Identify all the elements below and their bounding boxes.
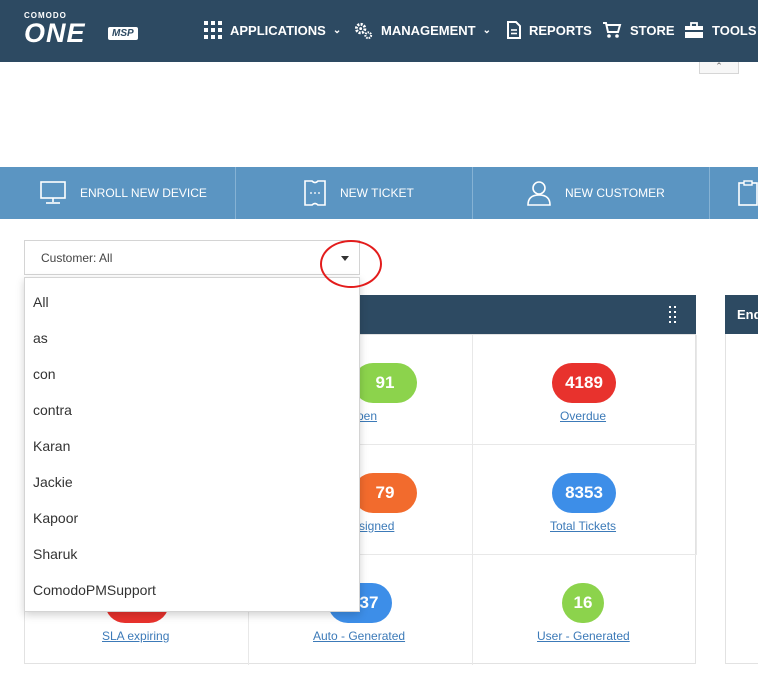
dropdown-option[interactable]: All — [33, 294, 49, 310]
endpoint-widget-header: End — [725, 295, 758, 334]
chevron-down-icon: ⌄ — [482, 24, 491, 36]
chevron-down-icon: ⌄ — [332, 24, 342, 36]
nav-reports-label: REPORTS — [529, 22, 592, 38]
total-tickets-link[interactable]: Total Tickets — [550, 519, 616, 533]
monitor-icon — [40, 181, 66, 204]
metric-badge: 4189 — [552, 363, 616, 403]
highlight-annotation-circle — [320, 240, 382, 288]
customer-dropdown-list: All as con contra Karan Jackie Kapoor Sh… — [24, 277, 360, 612]
user-icon — [527, 181, 551, 206]
metric-badge: 16 — [562, 583, 604, 623]
auto-generated-link[interactable]: Auto - Generated — [313, 629, 405, 643]
dropdown-option[interactable]: Jackie — [33, 474, 73, 490]
shopping-cart-icon — [603, 22, 622, 38]
divider — [235, 167, 236, 219]
comodo-one-logo[interactable]: COMODO ONE MSP — [24, 10, 144, 50]
enroll-new-device-label: ENROLL NEW DEVICE — [80, 186, 207, 200]
toolbox-icon — [685, 21, 703, 38]
assigned-tickets-link[interactable]: signed — [359, 519, 394, 533]
nav-store-label: STORE — [630, 22, 675, 38]
grid-icon — [204, 21, 222, 39]
nav-management-label: MANAGEMENT — [381, 22, 476, 38]
metric-cell-overdue: 4189 Overdue — [473, 335, 697, 445]
metric-badge: 8353 — [552, 473, 616, 513]
document-icon — [507, 21, 521, 39]
dropdown-option[interactable]: con — [33, 366, 56, 382]
logo-badge: MSP — [108, 27, 138, 40]
metric-cell-user: 16 User - Generated — [473, 555, 697, 665]
new-ticket-button[interactable]: NEW TICKET — [304, 167, 414, 219]
customer-filter-value: Customer: All — [41, 251, 113, 265]
top-navigation-bar: COMODO ONE MSP APPLICATIONS ⌄ MANAGEMENT… — [0, 0, 758, 62]
dropdown-option[interactable]: contra — [33, 402, 72, 418]
more-action-button[interactable] — [738, 167, 758, 219]
ticket-icon — [304, 180, 326, 206]
overdue-tickets-link[interactable]: Overdue — [560, 409, 606, 423]
dropdown-option[interactable]: Kapoor — [33, 510, 78, 526]
drag-handle-icon[interactable] — [669, 306, 679, 324]
new-customer-label: NEW CUSTOMER — [565, 186, 665, 200]
dropdown-option[interactable]: as — [33, 330, 48, 346]
metric-badge: 91 — [353, 363, 417, 403]
nav-tools[interactable]: TOOLS — [684, 18, 757, 42]
gears-icon — [354, 22, 373, 39]
collapse-header-button[interactable]: ⌃ — [699, 62, 739, 74]
user-generated-link[interactable]: User - Generated — [537, 629, 630, 643]
new-ticket-label: NEW TICKET — [340, 186, 414, 200]
divider — [709, 167, 710, 219]
nav-management[interactable]: MANAGEMENT ⌄ — [354, 18, 491, 42]
dropdown-option[interactable]: Sharuk — [33, 546, 77, 562]
clipboard-icon — [738, 180, 758, 206]
quick-action-bar: ENROLL NEW DEVICE NEW TICKET NEW CUSTOME… — [0, 167, 758, 219]
sla-expiring-link[interactable]: SLA expiring — [102, 629, 169, 643]
new-customer-button[interactable]: NEW CUSTOMER — [527, 167, 665, 219]
enroll-new-device-button[interactable]: ENROLL NEW DEVICE — [40, 167, 207, 219]
metric-badge: 79 — [353, 473, 417, 513]
logo-product: ONE — [24, 18, 86, 48]
endpoint-widget-body — [725, 334, 758, 664]
nav-store[interactable]: STORE — [603, 18, 675, 42]
nav-tools-label: TOOLS — [712, 22, 757, 38]
dropdown-option[interactable]: Karan — [33, 438, 70, 454]
nav-applications[interactable]: APPLICATIONS ⌄ — [204, 18, 341, 42]
nav-applications-label: APPLICATIONS — [230, 22, 326, 38]
metric-cell-total: 8353 Total Tickets — [473, 445, 697, 555]
dropdown-option[interactable]: ComodoPMSupport — [33, 582, 156, 598]
open-tickets-link[interactable]: pen — [357, 409, 377, 423]
customer-filter-select[interactable]: Customer: All — [24, 240, 360, 275]
nav-reports[interactable]: REPORTS — [507, 18, 592, 42]
divider — [472, 167, 473, 219]
